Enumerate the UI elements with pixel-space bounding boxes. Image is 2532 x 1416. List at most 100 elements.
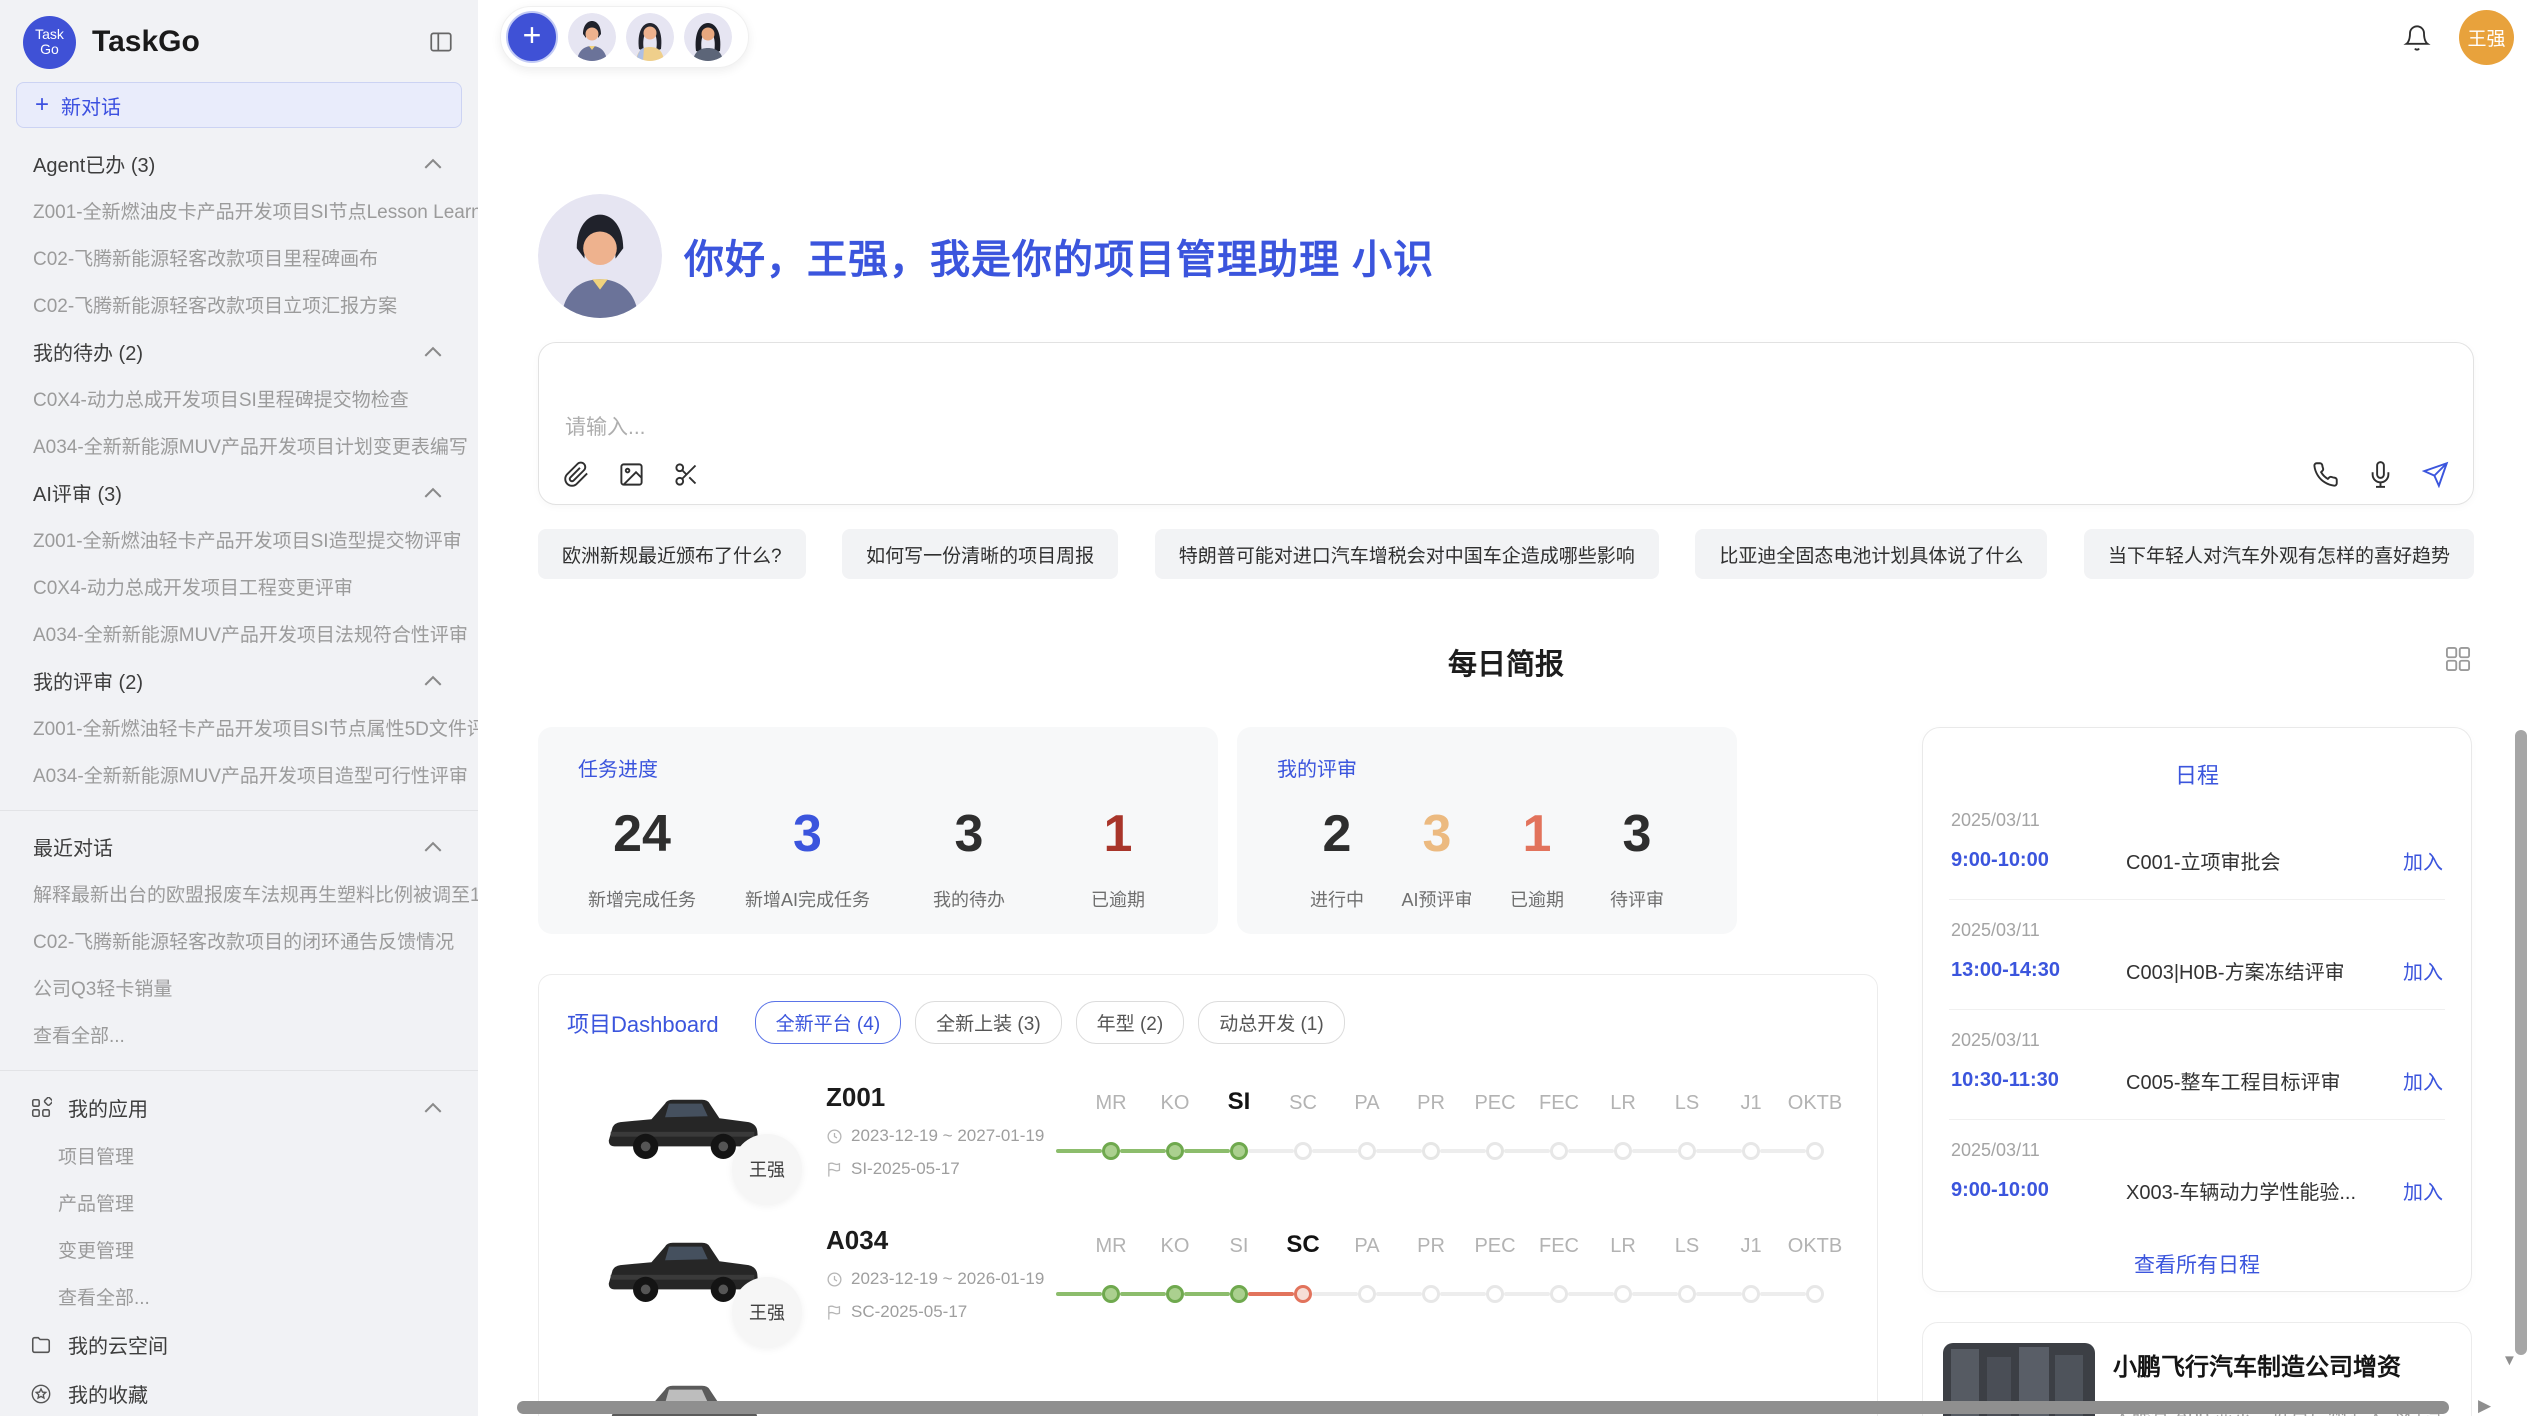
recent-view-all-link[interactable]: 查看全部... bbox=[0, 1011, 478, 1058]
sidebar-section: 我的评审 (2) Z001-全新燃油轻卡产品开发项目SI节点属性5D文件评审 A… bbox=[0, 657, 478, 798]
sidebar: Task Go TaskGo + 新对话 Agent已办 (3) bbox=[0, 0, 478, 1416]
agent-avatar-3[interactable] bbox=[684, 13, 732, 61]
dashboard-tab[interactable]: 全新上装 (3) bbox=[915, 1001, 1062, 1044]
agent-avatar-2[interactable] bbox=[626, 13, 674, 61]
join-meeting-link[interactable]: 加入 bbox=[2403, 956, 2443, 985]
milestone: PEC bbox=[1440, 1235, 1504, 1303]
stat-value: 24 bbox=[588, 804, 696, 864]
project-dates: 2023-12-19 ~ 2026-01-19 bbox=[826, 1269, 1056, 1289]
dashboard-tab[interactable]: 年型 (2) bbox=[1076, 1001, 1185, 1044]
suggestion-chip[interactable]: 比亚迪全固态电池计划具体说了什么 bbox=[1695, 529, 2047, 579]
sidebar-section-header[interactable]: 我的评审 (2) bbox=[0, 657, 478, 704]
notifications-bell-icon[interactable] bbox=[2403, 24, 2431, 52]
scissors-icon[interactable] bbox=[673, 461, 700, 488]
milestone-label: J1 bbox=[1740, 1235, 1761, 1258]
sidebar-list-item[interactable]: Z001-全新燃油轻卡产品开发项目SI造型提交物评审 bbox=[0, 516, 478, 563]
recent-chat-item[interactable]: 解释最新出台的欧盟报废车法规再生塑料比例被调至15%... bbox=[0, 870, 478, 917]
project-dashboard-card: 项目Dashboard 全新平台 (4) 全新上装 (3) 年型 (2) bbox=[538, 974, 1878, 1416]
app-sub-item[interactable]: 产品管理 bbox=[0, 1179, 478, 1226]
layout-grid-icon[interactable] bbox=[2444, 645, 2472, 673]
star-circle-icon bbox=[30, 1383, 52, 1405]
send-icon[interactable] bbox=[2422, 461, 2449, 488]
sidebar-list-item[interactable]: C02-飞腾新能源轻客改款项目里程碑画布 bbox=[0, 234, 478, 281]
recent-chat-item[interactable]: C02-飞腾新能源轻客改款项目的闭环通告反馈情况 bbox=[0, 917, 478, 964]
sidebar-list-item[interactable]: A034-全新新能源MUV产品开发项目法规符合性评审 bbox=[0, 610, 478, 657]
join-meeting-link[interactable]: 加入 bbox=[2403, 1066, 2443, 1095]
app-sub-item[interactable]: 变更管理 bbox=[0, 1226, 478, 1273]
milestone: MR bbox=[1056, 1092, 1120, 1160]
app-sub-item[interactable]: 项目管理 bbox=[0, 1132, 478, 1179]
add-conversation-button[interactable]: + bbox=[506, 11, 558, 63]
sidebar-section-header[interactable]: 我的待办 (2) bbox=[0, 328, 478, 375]
suggestion-chip[interactable]: 特朗普可能对进口汽车增税会对中国车企造成哪些影响 bbox=[1155, 529, 1659, 579]
milestone-connector bbox=[1120, 1292, 1166, 1296]
sidebar-list-item[interactable]: Z001-全新燃油皮卡产品开发项目SI节点Lesson Learn报告 bbox=[0, 187, 478, 234]
vertical-scrollbar-thumb[interactable] bbox=[2515, 730, 2527, 1355]
sidebar-list-item[interactable]: A034-全新新能源MUV产品开发项目计划变更表编写 bbox=[0, 422, 478, 469]
schedule-entry: 2025/03/11 9:00-10:00 X003-车辆动力学性能验... 加… bbox=[1949, 1120, 2445, 1229]
attachment-paperclip-icon[interactable] bbox=[563, 461, 590, 488]
suggestion-chips: 欧洲新规最近颁布了什么? 如何写一份清晰的项目周报 特朗普可能对进口汽车增税会对… bbox=[538, 529, 2474, 579]
horizontal-scrollbar-thumb[interactable] bbox=[517, 1401, 2449, 1414]
milestone-dot bbox=[1806, 1285, 1824, 1303]
microphone-icon[interactable] bbox=[2367, 461, 2394, 488]
project-owner-badge: 王强 bbox=[732, 1277, 802, 1347]
sidebar-section-header[interactable]: AI评审 (3) bbox=[0, 469, 478, 516]
sidebar-list-item[interactable]: Z001-全新燃油轻卡产品开发项目SI节点属性5D文件评审 bbox=[0, 704, 478, 751]
suggestion-chip[interactable]: 欧洲新规最近颁布了什么? bbox=[538, 529, 806, 579]
recent-chat-item[interactable]: 公司Q3轻卡销量 bbox=[0, 964, 478, 1011]
user-avatar[interactable]: 王强 bbox=[2459, 10, 2514, 65]
milestone-dot bbox=[1422, 1285, 1440, 1303]
new-chat-button[interactable]: + 新对话 bbox=[16, 82, 462, 128]
sidebar-header: Task Go TaskGo bbox=[0, 10, 478, 74]
dashboard-tabs: 全新平台 (4) 全新上装 (3) 年型 (2) 动总开发 (1) bbox=[755, 1001, 1345, 1044]
schedule-entry-date: 2025/03/11 bbox=[1951, 810, 2443, 831]
milestone-connector bbox=[1632, 1149, 1678, 1153]
milestone-label: J1 bbox=[1740, 1092, 1761, 1115]
project-row[interactable]: 王强 A034 2023-12-19 ~ 2026-01-19 bbox=[567, 1225, 1849, 1322]
sidebar-list-item[interactable]: A034-全新新能源MUV产品开发项目造型可行性评审 bbox=[0, 751, 478, 798]
milestone: J1 bbox=[1696, 1235, 1760, 1303]
sidebar-section-header[interactable]: Agent已办 (3) bbox=[0, 140, 478, 187]
apps-view-all-link[interactable]: 查看全部... bbox=[0, 1273, 478, 1320]
sidebar-item-cloud-space[interactable]: 我的云空间 bbox=[0, 1320, 478, 1369]
milestone-connector bbox=[1120, 1149, 1166, 1153]
agent-avatar-1[interactable] bbox=[568, 13, 616, 61]
greeting-title: 你好，王强，我是你的项目管理助理 小识 bbox=[684, 227, 1434, 285]
scroll-right-arrow-icon[interactable]: ▶ bbox=[2478, 1396, 2491, 1416]
stat: 1 已逾期 bbox=[1487, 804, 1587, 912]
suggestion-chip[interactable]: 当下年轻人对汽车外观有怎样的喜好趋势 bbox=[2084, 529, 2474, 579]
greeting-row: 你好，王强，我是你的项目管理助理 小识 bbox=[538, 194, 2474, 318]
join-meeting-link[interactable]: 加入 bbox=[2403, 1176, 2443, 1205]
schedule-entry-time: 9:00-10:00 bbox=[1951, 1179, 2126, 1202]
phone-call-icon[interactable] bbox=[2312, 461, 2339, 488]
sidebar-list-item[interactable]: C0X4-动力总成开发项目工程变更评审 bbox=[0, 563, 478, 610]
dashboard-tab[interactable]: 动总开发 (1) bbox=[1198, 1001, 1345, 1044]
schedule-entry-date: 2025/03/11 bbox=[1951, 1140, 2443, 1161]
project-vehicle-image: 王强 bbox=[601, 1225, 766, 1313]
dashboard-tab[interactable]: 全新平台 (4) bbox=[755, 1001, 902, 1044]
chat-input-box[interactable]: 请输入... bbox=[538, 342, 2474, 505]
join-meeting-link[interactable]: 加入 bbox=[2403, 846, 2443, 875]
stat-value: 3 bbox=[919, 804, 1019, 864]
sidebar-list-item[interactable]: C02-飞腾新能源轻客改款项目立项汇报方案 bbox=[0, 281, 478, 328]
scroll-down-arrow-icon[interactable]: ▼ bbox=[2502, 1352, 2517, 1369]
milestone-connector bbox=[1312, 1292, 1358, 1296]
plus-icon: + bbox=[35, 93, 49, 117]
sidebar-collapse-icon[interactable] bbox=[428, 29, 454, 55]
milestone-dot bbox=[1358, 1142, 1376, 1160]
stat: 2 进行中 bbox=[1287, 804, 1387, 912]
briefing-header: 每日简报 bbox=[538, 641, 2474, 683]
sidebar-item-my-apps[interactable]: 我的应用 bbox=[0, 1083, 478, 1132]
stat-list: 2 进行中 3 AI预评审 bbox=[1277, 804, 1697, 912]
sidebar-list-item[interactable]: C0X4-动力总成开发项目SI里程碑提交物检查 bbox=[0, 375, 478, 422]
view-all-schedule-link[interactable]: 查看所有日程 bbox=[1949, 1249, 2445, 1279]
recent-chats-header[interactable]: 最近对话 bbox=[0, 823, 478, 870]
milestone-connector bbox=[1312, 1149, 1358, 1153]
image-upload-icon[interactable] bbox=[618, 461, 645, 488]
sidebar-item-favorites[interactable]: 我的收藏 bbox=[0, 1369, 478, 1416]
clock-icon bbox=[826, 1128, 843, 1145]
suggestion-chip[interactable]: 如何写一份清晰的项目周报 bbox=[842, 529, 1118, 579]
milestone-dot bbox=[1422, 1142, 1440, 1160]
project-row[interactable]: 王强 Z001 2023-12-19 ~ 2027-01-19 bbox=[567, 1082, 1849, 1179]
